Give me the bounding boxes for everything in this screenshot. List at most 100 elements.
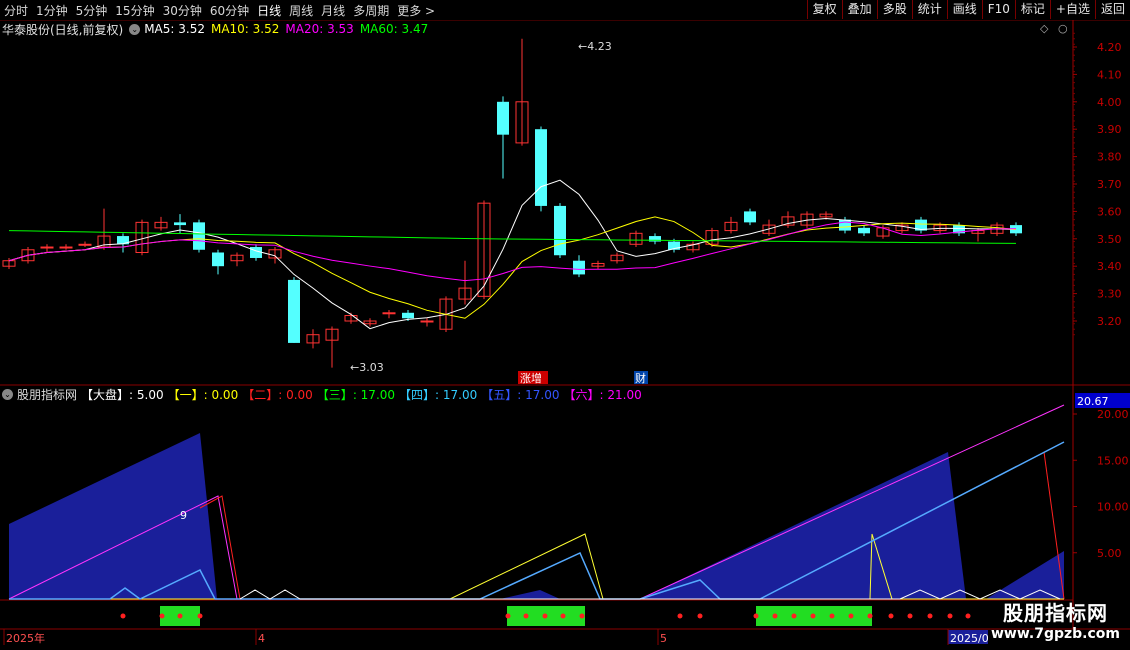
multi-stock-button[interactable]: 多股 — [876, 0, 912, 19]
ind-item-2: 【二】: 0.00 — [242, 387, 313, 402]
signal-dot — [177, 613, 183, 619]
tab-60min[interactable]: 60分钟 — [210, 2, 249, 19]
tab-30min[interactable]: 30分钟 — [163, 2, 202, 19]
ma60-line — [8, 230, 1017, 244]
date-axis: 2025年 4 5 2025/0 — [3, 629, 989, 645]
signal-dot — [159, 613, 165, 619]
ma-lines — [8, 179, 1017, 330]
indicator-area-fill — [9, 433, 217, 599]
indicator-axis: 20.00 15.00 10.00 5.00 20.67 — [1073, 393, 1130, 560]
ind-item-3: 【三】: 17.00 — [316, 387, 396, 402]
candle-body-up — [800, 213, 814, 226]
site-watermark: 股朋指标网 www.7gpzb.com — [991, 597, 1120, 642]
tab-multi-period[interactable]: 多周期 — [353, 2, 389, 19]
candle-body-up — [876, 227, 890, 237]
overlay-button[interactable]: 叠加 — [841, 0, 877, 19]
signal-dot — [523, 613, 529, 619]
tab-weekly[interactable]: 周线 — [289, 2, 313, 19]
candle-body-up — [325, 328, 339, 341]
f10-button[interactable]: F10 — [981, 0, 1015, 19]
indicator-peak-label: 9 — [180, 509, 187, 522]
candle-body-up — [21, 249, 35, 262]
candle-body-up — [363, 320, 377, 325]
candle-body-down — [402, 312, 414, 319]
candle-body-up — [420, 320, 434, 323]
stock-title[interactable]: 华泰股份(日线,前复权) — [2, 21, 123, 38]
candle-body-down — [953, 225, 965, 234]
top-toolbar: 分时 1分钟 5分钟 15分钟 30分钟 60分钟 日线 周线 月线 多周期 更… — [0, 0, 1130, 21]
tab-monthly[interactable]: 月线 — [321, 2, 345, 19]
main-chart-header: 华泰股份(日线,前复权) ⌄ MA5: 3.52 MA10: 3.52 MA20… — [2, 20, 434, 38]
tab-15min[interactable]: 15分钟 — [115, 2, 154, 19]
indicator-line-two — [199, 495, 241, 600]
mark-button[interactable]: 标记 — [1014, 0, 1050, 19]
candle-body-up — [306, 334, 320, 344]
candle-body-down — [212, 252, 224, 267]
tab-more[interactable]: 更多 > — [397, 2, 435, 19]
back-button[interactable]: 返回 — [1094, 0, 1130, 19]
signal-dot — [829, 613, 835, 619]
fuquan-button[interactable]: 复权 — [806, 0, 842, 19]
candle-body-down — [554, 205, 566, 256]
tab-daily[interactable]: 日线 — [257, 2, 281, 19]
price-tick-label: 3.40 — [1097, 260, 1122, 273]
indicator-area-fill — [986, 551, 1064, 599]
candle-body-up — [515, 101, 529, 144]
signal-dot — [120, 613, 126, 619]
candle-body-up — [78, 243, 92, 246]
stats-button[interactable]: 统计 — [911, 0, 947, 19]
price-tick-label: 3.80 — [1097, 151, 1122, 164]
candle-body-up — [458, 287, 472, 300]
candle-body-up — [97, 235, 111, 248]
signal-strip — [120, 606, 971, 626]
candle-body-up — [819, 213, 833, 218]
event-badge-bg — [634, 371, 648, 384]
signal-dot — [867, 613, 873, 619]
price-tick-label: 4.00 — [1097, 96, 1122, 109]
ma10-label: MA10: 3.52 — [210, 22, 280, 36]
price-tick-label: 3.20 — [1097, 315, 1122, 328]
candle-body-down — [174, 222, 186, 226]
tab-5min[interactable]: 5分钟 — [76, 2, 108, 19]
candle-body-up — [477, 202, 491, 297]
signal-dot — [791, 613, 797, 619]
candle-body-down — [839, 219, 851, 231]
candle-body-down — [117, 236, 129, 245]
ind-tick-label: 10.00 — [1097, 501, 1129, 514]
candle-body-up — [382, 312, 396, 315]
dropdown-icon[interactable]: ⌄ — [129, 23, 141, 35]
indicator-line-four — [9, 441, 1065, 600]
candle-body-down — [193, 222, 205, 250]
tab-1min[interactable]: 1分钟 — [36, 2, 68, 19]
price-tick-label: 3.60 — [1097, 205, 1122, 218]
indicator-area-fill — [640, 452, 966, 599]
candle-body-up — [40, 246, 54, 249]
chart-corner-controls: ◇ ○ — [1040, 22, 1068, 35]
candle-body-down — [497, 101, 509, 135]
candle-body-down — [915, 219, 927, 231]
ma10-line — [8, 216, 1017, 319]
high-price-label: ←4.23 — [578, 40, 612, 53]
date-label: 2025/0 — [950, 632, 989, 645]
dropdown-icon[interactable]: ⌄ — [2, 388, 13, 400]
tab-fenshi[interactable]: 分时 — [4, 2, 28, 19]
ind-item-4: 【四】: 17.00 — [399, 387, 478, 402]
signal-dot — [542, 613, 548, 619]
stock-chart-canvas[interactable]: 4.20 4.10 4.00 3.90 3.80 3.70 3.60 3.50 3.40 3.30… — [0, 0, 1130, 650]
add-watchlist-button[interactable]: +自选 — [1049, 0, 1095, 19]
draw-line-button[interactable]: 画线 — [946, 0, 982, 19]
signal-dot — [753, 613, 759, 619]
ind-tick-label: 15.00 — [1097, 454, 1129, 467]
price-tick-label: 3.50 — [1097, 233, 1122, 246]
signal-dot — [697, 613, 703, 619]
candle-body-down — [744, 211, 756, 223]
ind-item-dapan: 【大盘】: 5.00 — [81, 387, 164, 402]
candle-body-down — [573, 260, 585, 275]
indicator-name[interactable]: 股朋指标网 — [17, 386, 77, 403]
candle-body-up — [268, 249, 282, 259]
ind-item-5: 【五】: 17.00 — [481, 387, 560, 402]
candle-body-up — [439, 298, 453, 330]
diamond-icon[interactable]: ◇ — [1040, 22, 1048, 35]
candle-body-up — [610, 254, 624, 262]
circle-icon[interactable]: ○ — [1058, 22, 1068, 35]
